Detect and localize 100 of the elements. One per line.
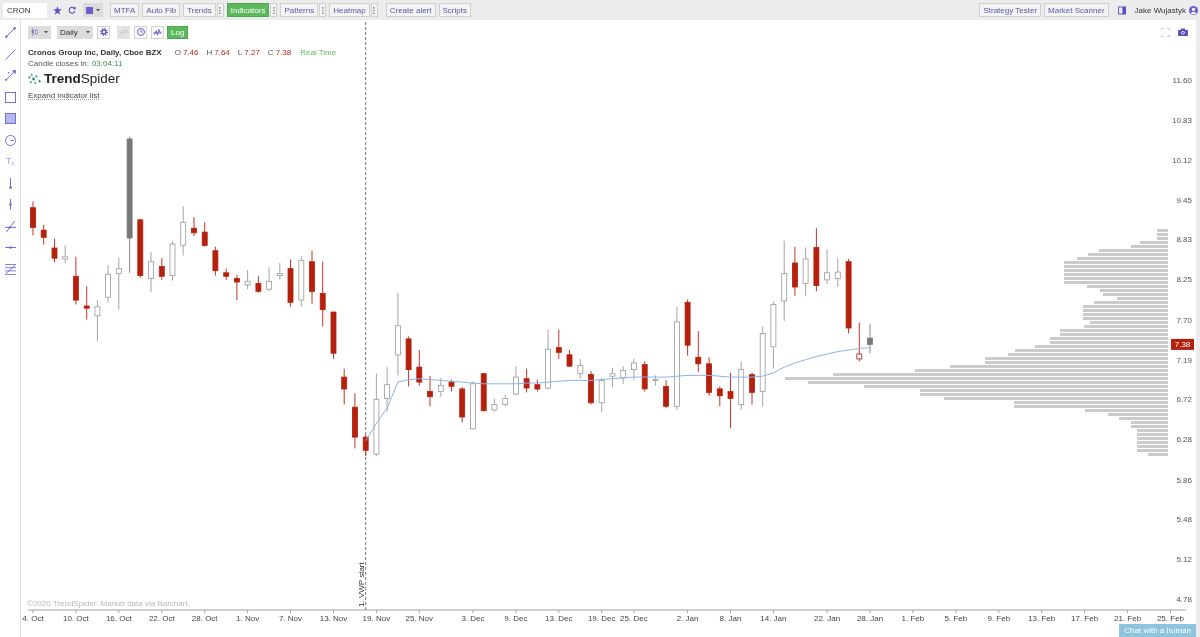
menu-button[interactable] bbox=[216, 3, 224, 17]
feed-status: Real Time bbox=[300, 48, 337, 57]
logo-icon bbox=[28, 73, 41, 85]
panel-toggle-icon[interactable] bbox=[1117, 5, 1126, 15]
date-label: 14. Jan bbox=[760, 614, 787, 623]
countdown-label: Candle closes in: bbox=[28, 59, 89, 68]
user-name: Jake Wujastyk bbox=[1134, 5, 1186, 15]
menu-button[interactable] bbox=[270, 3, 278, 17]
expand-indicators-link[interactable]: Expand indicator list bbox=[28, 91, 100, 100]
ohlc-value: 7.46 bbox=[182, 48, 199, 57]
date-label: 19. Nov bbox=[362, 614, 391, 623]
arrow-line-icon[interactable] bbox=[4, 70, 16, 81]
date-label: 25. Dec bbox=[620, 614, 648, 623]
kebab-icon bbox=[373, 6, 376, 14]
color-dropdown[interactable] bbox=[83, 3, 103, 17]
last-price-tag: 7.38 bbox=[1171, 338, 1194, 350]
interval-dropdown[interactable]: Daily bbox=[57, 25, 93, 39]
toolbar-button[interactable]: Auto Fib bbox=[142, 3, 181, 17]
date-label: 25. Nov bbox=[405, 614, 434, 623]
settings-button[interactable] bbox=[97, 25, 110, 39]
date-label: 19. Dec bbox=[587, 614, 616, 623]
date-label: 10. Oct bbox=[63, 614, 89, 623]
ohlc-value: 7.38 bbox=[275, 48, 292, 57]
user-avatar-icon[interactable] bbox=[1189, 5, 1198, 15]
caret-icon bbox=[96, 8, 100, 12]
toolbar-button[interactable]: Trends bbox=[183, 3, 216, 17]
clock-button[interactable] bbox=[134, 25, 147, 39]
chart-title: Cronos Group Inc, Daily, Cboe BZX bbox=[28, 48, 162, 57]
date-label: 1. Feb bbox=[901, 614, 925, 623]
ohlc-value: 7.27 bbox=[244, 48, 260, 57]
color-swatch-icon bbox=[86, 6, 93, 14]
date-label: 9. Dec bbox=[504, 614, 528, 623]
date-label: 13. Feb bbox=[1028, 614, 1056, 623]
price-label: 5.48 bbox=[1176, 514, 1192, 524]
toolbar-button[interactable]: Market Scanner bbox=[1044, 3, 1109, 17]
date-label: 28. Jan bbox=[856, 614, 884, 623]
price-label: 8.83 bbox=[1176, 235, 1192, 245]
marker-line-label: 1. VWP start bbox=[356, 562, 366, 607]
date-label: 22. Oct bbox=[148, 614, 175, 623]
price-label: 9.45 bbox=[1176, 195, 1192, 205]
price-label: 10.12 bbox=[1171, 155, 1192, 165]
date-label: 22. Jan bbox=[813, 614, 841, 623]
date-label: 16. Oct bbox=[105, 614, 132, 623]
clock-icon bbox=[136, 28, 145, 36]
price-label: 7.19 bbox=[1176, 355, 1192, 365]
camera-icon[interactable] bbox=[1178, 28, 1188, 36]
menu-button[interactable] bbox=[319, 3, 327, 17]
refresh-icon[interactable] bbox=[68, 6, 76, 14]
line-chart-icon bbox=[119, 28, 128, 36]
date-label: 28. Oct bbox=[191, 614, 218, 623]
star-icon[interactable] bbox=[53, 5, 62, 15]
toolbar-button[interactable]: Strategy Tester bbox=[979, 3, 1042, 17]
menu-button[interactable] bbox=[370, 3, 378, 17]
fibonacci-icon[interactable] bbox=[4, 263, 16, 275]
kebab-icon bbox=[219, 6, 222, 14]
date-label: 25. Feb bbox=[1156, 614, 1185, 623]
crossed-lines-icon[interactable] bbox=[4, 220, 16, 232]
chart-type-dropdown[interactable] bbox=[28, 25, 51, 39]
date-label: 9. Feb bbox=[987, 614, 1011, 623]
line-icon[interactable] bbox=[4, 48, 16, 60]
price-label: 8.25 bbox=[1176, 275, 1192, 285]
date-label: 17. Feb bbox=[1071, 614, 1099, 623]
price-label: 4.78 bbox=[1176, 594, 1192, 604]
rectangle-icon[interactable] bbox=[4, 91, 16, 103]
date-label: 5. Feb bbox=[944, 614, 968, 623]
price-label: 10.83 bbox=[1171, 115, 1192, 125]
symbol-input[interactable]: CRON bbox=[3, 2, 47, 18]
date-label: 3. Dec bbox=[461, 614, 485, 623]
price-label: 5.12 bbox=[1176, 554, 1192, 564]
price-label: 6.72 bbox=[1176, 395, 1192, 405]
date-label: 1. Nov bbox=[236, 614, 260, 623]
ohlc-label: L bbox=[237, 48, 243, 57]
shaded-rectangle-icon[interactable] bbox=[4, 113, 16, 124]
toolbar-button[interactable]: Patterns bbox=[280, 3, 319, 17]
toolbar-button[interactable]: MTFA bbox=[110, 3, 140, 17]
date-label: 13. Dec bbox=[545, 614, 573, 623]
logo-text: TrendSpider bbox=[44, 72, 120, 86]
zigzag-button[interactable] bbox=[151, 25, 164, 39]
date-label: 2. Jan bbox=[676, 614, 699, 623]
ohlc-label: H bbox=[206, 48, 213, 57]
ohlc-label: C bbox=[267, 48, 274, 57]
ohlc-label: O bbox=[174, 48, 181, 57]
toolbar-button[interactable]: Scripts bbox=[438, 3, 471, 17]
toolbar-button[interactable]: Create alert bbox=[385, 3, 436, 17]
date-label: 21. Feb bbox=[1114, 614, 1142, 623]
trend-line-icon[interactable] bbox=[4, 27, 16, 38]
caret-icon bbox=[86, 30, 90, 34]
date-label: 7. Nov bbox=[278, 614, 303, 623]
countdown-timer: 03:04:11 bbox=[91, 59, 123, 68]
candlestick-icon bbox=[31, 28, 38, 36]
toolbar-button[interactable]: Heatmap bbox=[329, 3, 370, 17]
ohlc-value: 7.64 bbox=[214, 48, 230, 57]
price-label: 6.28 bbox=[1176, 435, 1192, 444]
circle-icon[interactable] bbox=[4, 134, 16, 146]
kebab-icon bbox=[321, 6, 324, 14]
price-label: 11.60 bbox=[1172, 75, 1192, 85]
date-label: 13. Nov bbox=[319, 614, 348, 623]
date-label: 4. Oct bbox=[22, 614, 44, 623]
price-label: 7.70 bbox=[1176, 315, 1192, 325]
caret-icon bbox=[44, 30, 48, 34]
